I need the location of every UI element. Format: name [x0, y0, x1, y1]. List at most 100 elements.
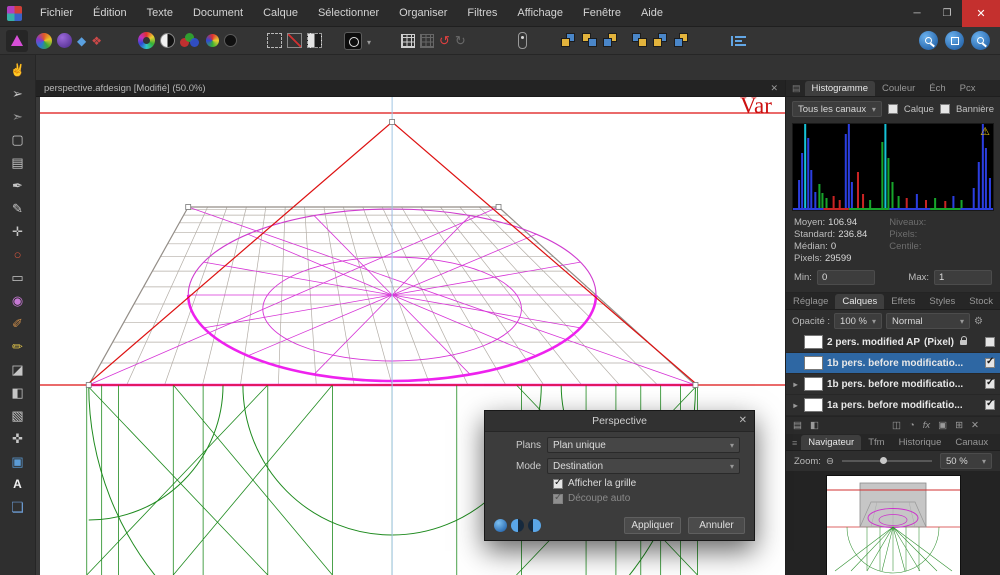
- node-pen-tool[interactable]: ✎: [12, 200, 23, 217]
- undo-icon[interactable]: ↺: [439, 33, 450, 49]
- layer-visibility-checkbox[interactable]: [985, 357, 995, 368]
- mode-select[interactable]: Destination: [547, 458, 740, 474]
- view-mode-button[interactable]: [945, 31, 964, 50]
- layer-half-icon[interactable]: ◧: [810, 420, 819, 431]
- search-button[interactable]: [971, 31, 990, 50]
- dialog-close-icon[interactable]: ✕: [739, 415, 747, 426]
- rectangle-tool[interactable]: ▭: [11, 269, 23, 286]
- tab-navigateur[interactable]: Navigateur: [801, 435, 862, 450]
- redo-icon[interactable]: ↻: [455, 33, 466, 49]
- lock-icon[interactable]: [960, 335, 967, 345]
- blend-options-icon[interactable]: ⚙: [974, 316, 983, 327]
- layer-thumbnail[interactable]: [804, 377, 823, 391]
- layer-row[interactable]: ▸ 1b pers. before modificatio...: [786, 374, 1000, 395]
- persona-nodes-icon[interactable]: ❖: [91, 33, 102, 49]
- group-icon[interactable]: ▣: [938, 420, 947, 431]
- layer-visibility-checkbox[interactable]: [985, 378, 995, 389]
- max-input[interactable]: 1: [934, 270, 992, 285]
- insert-behind-icon[interactable]: [673, 33, 691, 48]
- plane-half-icon[interactable]: [511, 519, 524, 532]
- layer-options-icon[interactable]: ▤: [793, 420, 802, 431]
- tab-styles[interactable]: Styles: [922, 294, 962, 309]
- color-wheel-icon[interactable]: [138, 32, 155, 49]
- text-tool[interactable]: A: [13, 476, 22, 493]
- insert-inside-icon[interactable]: [652, 33, 670, 48]
- move-forward-icon[interactable]: [581, 33, 599, 48]
- banniere-checkbox[interactable]: [939, 104, 950, 114]
- zoom-select[interactable]: 50 %: [940, 453, 992, 469]
- pen-tool[interactable]: ✒: [12, 177, 23, 194]
- plane-full-icon[interactable]: [494, 519, 507, 532]
- channels-select[interactable]: Tous les canaux: [792, 101, 882, 117]
- menu-item-3[interactable]: Document: [183, 0, 253, 27]
- hand-tool[interactable]: ✌: [10, 62, 25, 79]
- black-circle-icon[interactable]: [224, 34, 237, 47]
- ellipse-tool[interactable]: ○: [14, 246, 22, 263]
- move-to-back-icon[interactable]: [631, 33, 649, 48]
- zoom-slider[interactable]: [841, 457, 932, 464]
- layer-visibility-checkbox[interactable]: [985, 337, 995, 347]
- tab-calques[interactable]: Calques: [835, 294, 885, 309]
- expand-icon[interactable]: ▸: [791, 380, 800, 389]
- minimize-button[interactable]: ─: [902, 0, 932, 27]
- blend-mode-select[interactable]: Normal: [886, 313, 971, 329]
- delete-layer-icon[interactable]: ✕: [971, 420, 979, 431]
- crop-tool[interactable]: ▢: [11, 131, 23, 148]
- expand-icon[interactable]: ▸: [791, 401, 800, 410]
- node-tool[interactable]: ➣: [12, 108, 23, 125]
- fill-stroke-swatch[interactable]: ❏: [11, 499, 24, 516]
- tab-effets[interactable]: Effets: [884, 294, 922, 309]
- hue-wheel-icon[interactable]: [206, 34, 219, 47]
- menu-item-1[interactable]: Édition: [83, 0, 137, 27]
- place-image-tool[interactable]: ▣: [11, 453, 23, 470]
- layer-row-selected[interactable]: 1b pers. before modificatio...: [786, 353, 1000, 374]
- navigator-preview[interactable]: [826, 476, 960, 575]
- vector-brush-tool[interactable]: ✐: [12, 315, 23, 332]
- menu-item-5[interactable]: Sélectionner: [308, 0, 389, 27]
- menu-item-7[interactable]: Filtres: [457, 0, 507, 27]
- move-backward-icon[interactable]: [602, 33, 620, 48]
- plans-select[interactable]: Plan unique: [547, 437, 740, 453]
- affinity-designer-logo[interactable]: [6, 29, 28, 52]
- zoom-out-icon[interactable]: ⊖: [826, 456, 834, 467]
- plane-crescent-icon[interactable]: [528, 519, 541, 532]
- insertion-target-icon[interactable]: [517, 32, 527, 49]
- tab-echantillon[interactable]: Éch: [922, 81, 952, 96]
- menu-item-10[interactable]: Aide: [631, 0, 673, 27]
- fill-tool[interactable]: ◧: [11, 384, 23, 401]
- tab-canaux[interactable]: Canaux: [948, 435, 995, 450]
- tab-couleur[interactable]: Couleur: [875, 81, 922, 96]
- line-select-icon[interactable]: [287, 33, 302, 48]
- move-tool[interactable]: ➢: [12, 85, 23, 102]
- adjustment-icon[interactable]: ◔: [909, 420, 915, 431]
- opacity-select[interactable]: 100 %: [834, 313, 883, 329]
- show-grid-checkbox[interactable]: [553, 478, 563, 489]
- color-picker-tool[interactable]: ✜: [12, 430, 23, 447]
- contrast-icon[interactable]: [160, 33, 175, 48]
- point-transform-tool[interactable]: ✛: [12, 223, 23, 240]
- document-close-icon[interactable]: ✕: [770, 83, 785, 94]
- tab-tfm[interactable]: Tfm: [861, 435, 891, 450]
- menu-item-8[interactable]: Affichage: [507, 0, 573, 27]
- mask-select-icon[interactable]: [307, 33, 322, 48]
- tab-pcx[interactable]: Pcx: [953, 81, 983, 96]
- add-mask-icon[interactable]: ◫: [892, 420, 901, 431]
- zoom-button[interactable]: [919, 31, 938, 50]
- color-wheel-tool[interactable]: ◉: [12, 292, 23, 309]
- fill-mode-icon[interactable]: [344, 31, 362, 50]
- layer-thumbnail[interactable]: [804, 356, 823, 370]
- grid-snap-icon[interactable]: [401, 33, 416, 48]
- menu-item-2[interactable]: Texte: [137, 0, 183, 27]
- layer-thumbnail[interactable]: [804, 398, 823, 412]
- tab-reglage[interactable]: Réglage: [786, 294, 835, 309]
- alignment-icon[interactable]: [730, 35, 746, 46]
- shape-builder-tool[interactable]: ▤: [11, 154, 23, 171]
- document-tab[interactable]: perspective.afdesign [Modifié] (50.0%) ✕: [36, 80, 785, 97]
- auto-clip-checkbox[interactable]: [553, 493, 563, 504]
- calque-checkbox[interactable]: [887, 104, 898, 114]
- tab-stock[interactable]: Stock: [962, 294, 1000, 309]
- rgb-circles-icon[interactable]: [180, 32, 201, 49]
- maximize-button[interactable]: ❐: [932, 0, 962, 27]
- layer-row[interactable]: ▸ 1a pers. before modificatio...: [786, 395, 1000, 416]
- move-to-front-icon[interactable]: [560, 33, 578, 48]
